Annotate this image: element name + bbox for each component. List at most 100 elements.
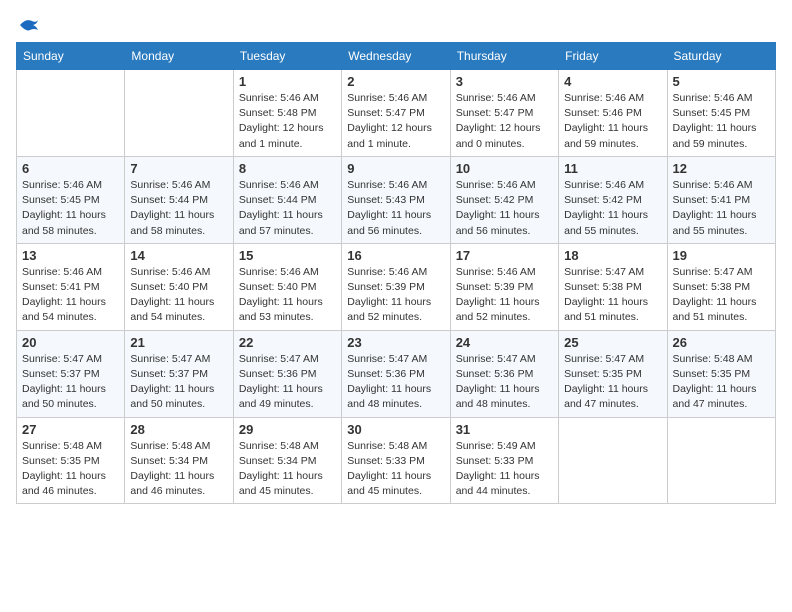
cell-line: Daylight: 11 hours and 52 minutes. (347, 296, 431, 323)
day-number: 14 (130, 248, 227, 263)
cell-line: Sunrise: 5:47 AM (564, 266, 644, 278)
cell-line: Sunrise: 5:46 AM (22, 179, 102, 191)
calendar-cell: 16Sunrise: 5:46 AMSunset: 5:39 PMDayligh… (342, 243, 450, 330)
cell-line: Sunset: 5:36 PM (456, 368, 534, 380)
cell-line: Daylight: 11 hours and 56 minutes. (347, 209, 431, 236)
calendar-cell: 5Sunrise: 5:46 AMSunset: 5:45 PMDaylight… (667, 70, 775, 157)
calendar-cell (559, 417, 667, 504)
calendar-cell: 19Sunrise: 5:47 AMSunset: 5:38 PMDayligh… (667, 243, 775, 330)
day-number: 15 (239, 248, 336, 263)
cell-line: Sunset: 5:33 PM (456, 455, 534, 467)
cell-line: Daylight: 11 hours and 49 minutes. (239, 383, 323, 410)
calendar-cell: 1Sunrise: 5:46 AMSunset: 5:48 PMDaylight… (233, 70, 341, 157)
cell-line: Daylight: 11 hours and 50 minutes. (22, 383, 106, 410)
calendar-header-row: SundayMondayTuesdayWednesdayThursdayFrid… (17, 43, 776, 70)
cell-line: Sunrise: 5:46 AM (347, 266, 427, 278)
cell-line: Sunrise: 5:47 AM (22, 353, 102, 365)
calendar-cell: 7Sunrise: 5:46 AMSunset: 5:44 PMDaylight… (125, 156, 233, 243)
day-number: 27 (22, 422, 119, 437)
day-number: 19 (673, 248, 770, 263)
calendar-cell: 26Sunrise: 5:48 AMSunset: 5:35 PMDayligh… (667, 330, 775, 417)
day-number: 24 (456, 335, 553, 350)
cell-line: Daylight: 11 hours and 53 minutes. (239, 296, 323, 323)
cell-line: Daylight: 11 hours and 54 minutes. (22, 296, 106, 323)
calendar-cell: 4Sunrise: 5:46 AMSunset: 5:46 PMDaylight… (559, 70, 667, 157)
cell-content: Sunrise: 5:48 AMSunset: 5:35 PMDaylight:… (22, 439, 119, 500)
cell-line: Sunset: 5:44 PM (130, 194, 208, 206)
cell-line: Sunrise: 5:48 AM (22, 440, 102, 452)
calendar-cell: 27Sunrise: 5:48 AMSunset: 5:35 PMDayligh… (17, 417, 125, 504)
calendar-day-header: Friday (559, 43, 667, 70)
cell-content: Sunrise: 5:47 AMSunset: 5:36 PMDaylight:… (347, 352, 444, 413)
day-number: 10 (456, 161, 553, 176)
day-number: 29 (239, 422, 336, 437)
cell-line: Sunset: 5:47 PM (347, 107, 425, 119)
cell-content: Sunrise: 5:49 AMSunset: 5:33 PMDaylight:… (456, 439, 553, 500)
day-number: 25 (564, 335, 661, 350)
cell-line: Sunrise: 5:46 AM (456, 92, 536, 104)
cell-line: Sunset: 5:42 PM (456, 194, 534, 206)
logo (16, 16, 40, 34)
cell-content: Sunrise: 5:47 AMSunset: 5:35 PMDaylight:… (564, 352, 661, 413)
calendar-cell: 20 Sunrise: 5:47 AMSunset: 5:37 PMDayligh… (17, 330, 125, 417)
cell-content: Sunrise: 5:48 AMSunset: 5:33 PMDaylight:… (347, 439, 444, 500)
cell-line: Sunset: 5:39 PM (456, 281, 534, 293)
cell-line: Daylight: 11 hours and 59 minutes. (673, 122, 757, 149)
cell-line: Sunrise: 5:48 AM (130, 440, 210, 452)
day-number: 18 (564, 248, 661, 263)
calendar-cell: 3 Sunrise: 5:46 AMSunset: 5:47 PMDaylight… (450, 70, 558, 157)
calendar-cell: 14Sunrise: 5:46 AMSunset: 5:40 PMDayligh… (125, 243, 233, 330)
cell-line: Sunset: 5:48 PM (239, 107, 317, 119)
cell-line: Daylight: 11 hours and 55 minutes. (564, 209, 648, 236)
cell-line: Daylight: 12 hours and 0 minutes. (456, 122, 541, 149)
cell-line: Sunset: 5:35 PM (673, 368, 751, 380)
calendar-cell: 9Sunrise: 5:46 AMSunset: 5:43 PMDaylight… (342, 156, 450, 243)
cell-content: Sunrise: 5:46 AMSunset: 5:44 PMDaylight:… (239, 178, 336, 239)
calendar-table: SundayMondayTuesdayWednesdayThursdayFrid… (16, 42, 776, 504)
cell-line: Sunrise: 5:46 AM (22, 266, 102, 278)
cell-content: Sunrise: 5:47 AMSunset: 5:37 PMDaylight:… (22, 352, 119, 413)
cell-line: Daylight: 11 hours and 58 minutes. (130, 209, 214, 236)
day-number: 31 (456, 422, 553, 437)
cell-line: Sunset: 5:38 PM (564, 281, 642, 293)
calendar-cell: 12Sunrise: 5:46 AMSunset: 5:41 PMDayligh… (667, 156, 775, 243)
calendar-cell: 6Sunrise: 5:46 AMSunset: 5:45 PMDaylight… (17, 156, 125, 243)
day-number: 20 (22, 335, 119, 350)
calendar-cell: 15 Sunrise: 5:46 AMSunset: 5:40 PMDayligh… (233, 243, 341, 330)
cell-line: Daylight: 11 hours and 50 minutes. (130, 383, 214, 410)
day-number: 3 (456, 74, 553, 89)
cell-content: Sunrise: 5:46 AMSunset: 5:46 PMDaylight:… (564, 91, 661, 152)
day-number: 8 (239, 161, 336, 176)
cell-line: Sunrise: 5:46 AM (564, 92, 644, 104)
cell-line: Daylight: 11 hours and 44 minutes. (456, 470, 540, 497)
day-number: 7 (130, 161, 227, 176)
cell-line: Sunrise: 5:48 AM (239, 440, 319, 452)
calendar-day-header: Tuesday (233, 43, 341, 70)
calendar-cell: 11Sunrise: 5:46 AMSunset: 5:42 PMDayligh… (559, 156, 667, 243)
cell-content: Sunrise: 5:47 AMSunset: 5:37 PMDaylight:… (130, 352, 227, 413)
cell-content: Sunrise: 5:48 AMSunset: 5:34 PMDaylight:… (130, 439, 227, 500)
cell-line: Sunset: 5:35 PM (564, 368, 642, 380)
calendar-day-header: Saturday (667, 43, 775, 70)
calendar-cell: 8 Sunrise: 5:46 AMSunset: 5:44 PMDaylight… (233, 156, 341, 243)
cell-line: Sunset: 5:42 PM (564, 194, 642, 206)
cell-content: Sunrise: 5:46 AMSunset: 5:47 PMDaylight:… (456, 91, 553, 152)
cell-line: Daylight: 11 hours and 51 minutes. (564, 296, 648, 323)
cell-line: Sunset: 5:45 PM (673, 107, 751, 119)
cell-line: Sunrise: 5:46 AM (456, 179, 536, 191)
cell-line: Daylight: 11 hours and 58 minutes. (22, 209, 106, 236)
cell-content: Sunrise: 5:46 AMSunset: 5:42 PMDaylight:… (456, 178, 553, 239)
cell-content: Sunrise: 5:46 AMSunset: 5:42 PMDaylight:… (564, 178, 661, 239)
cell-line: Sunrise: 5:46 AM (673, 92, 753, 104)
cell-line: Sunset: 5:35 PM (22, 455, 100, 467)
cell-line: Sunset: 5:39 PM (347, 281, 425, 293)
cell-line: Daylight: 11 hours and 45 minutes. (347, 470, 431, 497)
day-number: 22 (239, 335, 336, 350)
cell-line: Daylight: 11 hours and 47 minutes. (673, 383, 757, 410)
cell-line: Sunset: 5:36 PM (239, 368, 317, 380)
day-number: 21 (130, 335, 227, 350)
cell-content: Sunrise: 5:46 AMSunset: 5:40 PMDaylight:… (239, 265, 336, 326)
calendar-week-row: 1Sunrise: 5:46 AMSunset: 5:48 PMDaylight… (17, 70, 776, 157)
calendar-day-header: Thursday (450, 43, 558, 70)
cell-content: Sunrise: 5:46 AMSunset: 5:43 PMDaylight:… (347, 178, 444, 239)
